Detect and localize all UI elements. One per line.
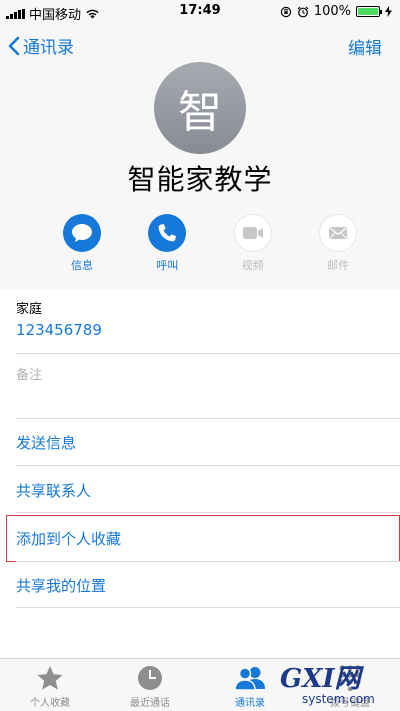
phone-icon <box>158 224 177 242</box>
back-label: 通讯录 <box>23 38 74 58</box>
add-to-favorites-link[interactable]: 添加到个人收藏 <box>16 528 400 549</box>
call-button[interactable]: 呼叫 <box>145 214 189 273</box>
status-right: 100% <box>280 4 392 19</box>
video-button[interactable]: 视频 <box>231 214 275 273</box>
message-icon <box>72 224 92 242</box>
divider <box>16 418 400 419</box>
charging-icon <box>385 6 392 17</box>
watermark-text: GXI网 <box>280 664 365 694</box>
tab-favorites-label: 个人收藏 <box>30 698 70 709</box>
star-icon <box>37 666 63 690</box>
tab-contacts-label: 通讯录 <box>235 698 265 709</box>
watermark-logo: GXI网 system.com <box>280 664 375 706</box>
mail-button[interactable]: 邮件 <box>316 214 360 273</box>
phone-label: 家庭 <box>16 302 43 317</box>
phone-field[interactable]: 家庭 123456789 <box>16 298 400 339</box>
mail-icon <box>328 227 347 239</box>
call-label: 呼叫 <box>156 259 179 272</box>
orientation-lock-icon <box>280 6 292 17</box>
divider <box>16 465 400 466</box>
contact-header: 通讯录 编辑 智 智能家教学 信息 呼叫 视频 邮件 <box>0 24 400 290</box>
status-bar: 中国移动 17:49 100% <box>0 0 400 24</box>
notes-field[interactable]: 备注 <box>16 364 400 416</box>
tab-recents-label: 最近通话 <box>130 698 170 709</box>
tab-favorites[interactable]: 个人收藏 <box>0 659 100 711</box>
divider <box>16 512 400 513</box>
watermark-domain: system.com <box>302 692 375 706</box>
alarm-icon <box>297 6 309 17</box>
battery-percent: 100% <box>313 4 351 19</box>
phone-number[interactable]: 123456789 <box>16 321 400 339</box>
mail-label: 邮件 <box>326 259 349 272</box>
clock-icon <box>138 666 162 690</box>
divider <box>16 607 400 608</box>
tab-recents[interactable]: 最近通话 <box>100 659 200 711</box>
share-location-link[interactable]: 共享我的位置 <box>16 575 400 596</box>
chevron-left-icon <box>8 36 20 55</box>
contacts-icon <box>234 667 265 691</box>
send-message-link[interactable]: 发送信息 <box>16 432 400 453</box>
notes-label: 备注 <box>16 368 43 383</box>
avatar: 智 <box>154 62 246 154</box>
message-button[interactable]: 信息 <box>60 214 104 273</box>
avatar-initial: 智 <box>178 87 222 138</box>
message-label: 信息 <box>71 259 93 272</box>
video-icon <box>242 227 263 239</box>
battery-icon <box>356 6 382 17</box>
divider <box>16 353 400 354</box>
share-contact-link[interactable]: 共享联系人 <box>16 480 400 501</box>
video-label: 视频 <box>241 259 264 272</box>
contact-name: 智能家教学 <box>127 163 273 196</box>
divider <box>16 561 400 562</box>
back-button[interactable]: 通讯录 <box>8 33 74 58</box>
edit-button[interactable]: 编辑 <box>348 34 382 59</box>
action-buttons: 信息 呼叫 视频 邮件 <box>60 214 360 273</box>
